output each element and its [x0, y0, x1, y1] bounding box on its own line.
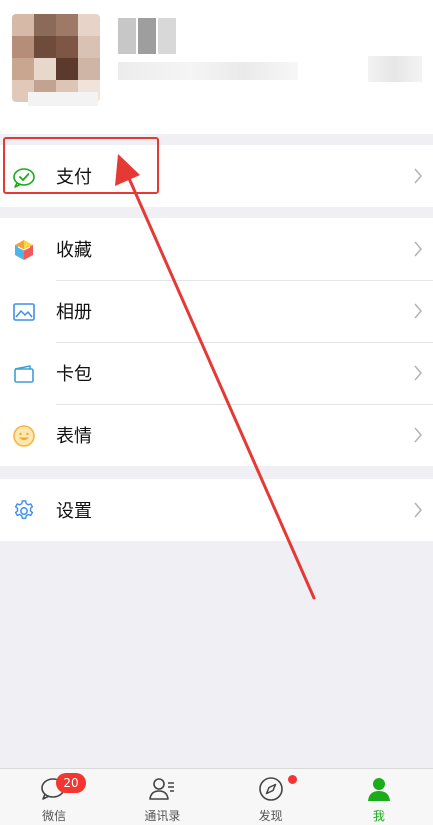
card-wallet-icon	[14, 365, 34, 383]
blurred-qr-area[interactable]	[368, 56, 422, 82]
tab-label: 发现	[258, 809, 283, 823]
album-icon	[13, 303, 35, 321]
menu-item-label: 相册	[56, 302, 92, 323]
chevron-right-icon	[414, 427, 423, 443]
menu-group-main: 收藏 相册 卡包 表情	[0, 218, 433, 466]
chevron-right-icon	[414, 168, 423, 184]
menu-item-favorites[interactable]: 收藏	[0, 218, 433, 280]
tab-label: 微信	[42, 809, 67, 823]
menu-item-label: 卡包	[56, 364, 92, 385]
unread-badge: 20	[56, 773, 86, 793]
annotation-highlight-box	[3, 137, 159, 194]
tab-label: 我	[372, 809, 385, 823]
menu-item-label: 设置	[56, 501, 92, 522]
compass-icon	[258, 777, 283, 801]
menu-item-album[interactable]: 相册	[0, 280, 433, 342]
menu-item-label: 收藏	[56, 240, 92, 261]
contacts-icon	[149, 778, 175, 800]
blurred-nickname	[118, 18, 176, 54]
menu-item-stickers[interactable]: 表情	[0, 404, 433, 466]
emoji-smile-icon	[13, 425, 35, 447]
menu-item-card-wallet[interactable]: 卡包	[0, 342, 433, 404]
favorites-cube-icon	[15, 240, 33, 260]
profile-header[interactable]	[0, 0, 433, 134]
person-icon	[367, 778, 390, 801]
tab-contacts[interactable]: 通讯录	[108, 769, 216, 825]
new-dot-indicator	[287, 775, 297, 784]
menu-group-settings: 设置	[0, 479, 433, 541]
bottom-tab-bar: 20 微信 通讯录 发现 我	[0, 768, 433, 825]
chevron-right-icon	[414, 502, 423, 518]
chevron-right-icon	[414, 365, 423, 381]
blurred-subtext	[28, 92, 98, 106]
menu-item-settings[interactable]: 设置	[0, 479, 433, 541]
tab-label: 通讯录	[144, 809, 181, 823]
gear-icon	[14, 500, 34, 519]
tab-chats[interactable]: 20 微信	[0, 769, 108, 825]
chevron-right-icon	[414, 241, 423, 257]
menu-item-label: 表情	[56, 426, 92, 447]
blurred-account-id	[118, 62, 298, 80]
tab-discover[interactable]: 发现	[217, 769, 325, 825]
avatar[interactable]	[12, 14, 100, 102]
chevron-right-icon	[414, 303, 423, 319]
tab-me[interactable]: 我	[325, 769, 433, 825]
